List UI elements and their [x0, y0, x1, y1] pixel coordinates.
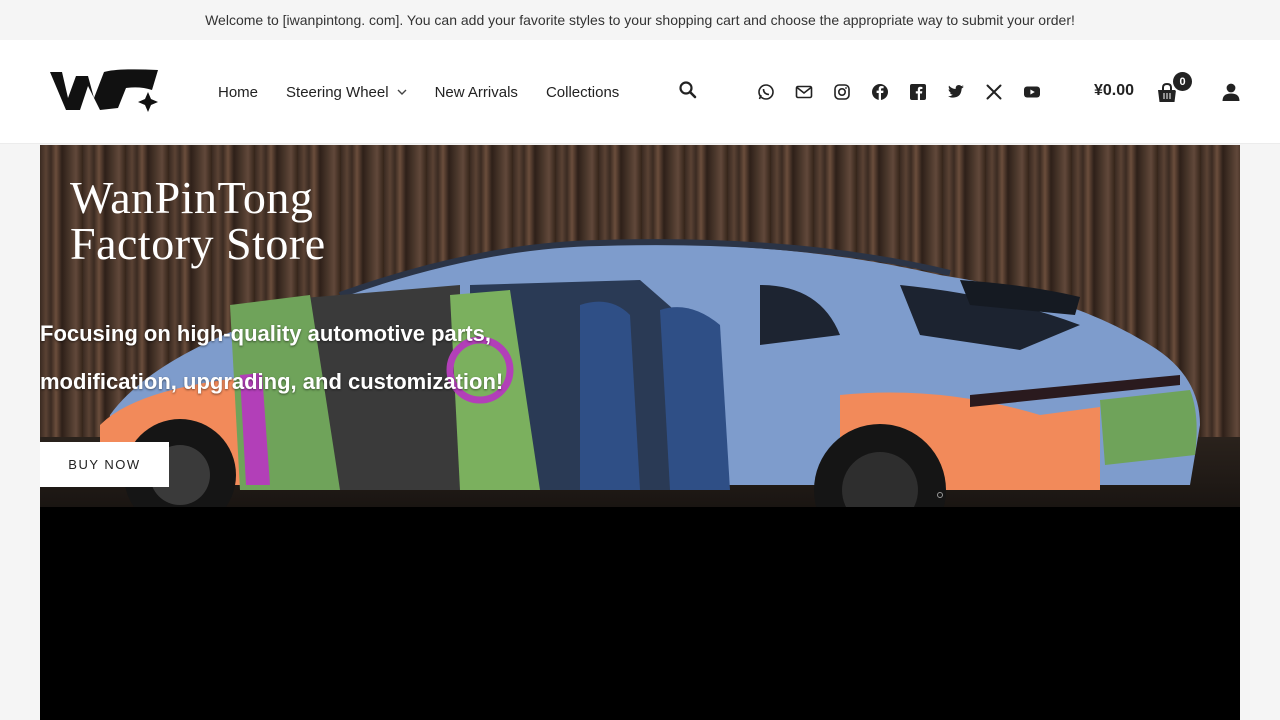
nav-home-label: Home: [218, 83, 259, 101]
announcement-bar: Welcome to [iwanpintong. com]. You can a…: [0, 0, 1280, 40]
main-nav: Home Steering Wheel New Arrivals Collect…: [218, 40, 647, 144]
whatsapp-icon[interactable]: [756, 82, 776, 102]
hero-title: WanPinTong Factory Store: [70, 175, 326, 267]
slider-dot[interactable]: [937, 492, 943, 498]
youtube-icon[interactable]: [1022, 82, 1042, 102]
hero-subtitle: Focusing on high-quality automotive part…: [40, 310, 503, 406]
hero-title-line1: WanPinTong: [70, 172, 314, 223]
site-header: Home Steering Wheel New Arrivals Collect…: [0, 40, 1280, 144]
cart-total[interactable]: ¥0.00: [1094, 82, 1134, 100]
hero-banner: WanPinTong Factory Store Focusing on hig…: [40, 145, 1240, 507]
social-links: [756, 82, 1060, 102]
hero-title-line2: Factory Store: [70, 218, 326, 269]
user-account-icon[interactable]: [1221, 82, 1241, 102]
video-section: [40, 507, 1240, 720]
twitter-icon[interactable]: [946, 82, 966, 102]
facebook-icon[interactable]: [870, 82, 890, 102]
search-icon[interactable]: [678, 80, 698, 100]
brand-logo[interactable]: [48, 66, 160, 114]
nav-new-arrivals-label: New Arrivals: [434, 83, 518, 101]
x-icon[interactable]: [984, 82, 1004, 102]
nav-steering-wheel-label: Steering Wheel: [286, 83, 389, 101]
instagram-icon[interactable]: [832, 82, 852, 102]
announcement-text: Welcome to [iwanpintong. com]. You can a…: [205, 12, 1075, 28]
cart-count-badge: 0: [1173, 72, 1192, 91]
nav-collections-label: Collections: [545, 83, 620, 101]
email-icon[interactable]: [794, 82, 814, 102]
buy-now-button[interactable]: BUY NOW: [40, 442, 169, 487]
hero-subtitle-line2: modification, upgrading, and customizati…: [40, 369, 504, 394]
nav-new-arrivals[interactable]: New Arrivals: [435, 84, 518, 101]
nav-collections[interactable]: Collections: [546, 84, 619, 101]
nav-home[interactable]: Home: [218, 84, 258, 101]
chevron-down-icon: [397, 89, 407, 95]
hero-subtitle-line1: Focusing on high-quality automotive part…: [40, 321, 492, 346]
facebook-square-icon[interactable]: [908, 82, 928, 102]
nav-steering-wheel[interactable]: Steering Wheel: [286, 84, 407, 101]
